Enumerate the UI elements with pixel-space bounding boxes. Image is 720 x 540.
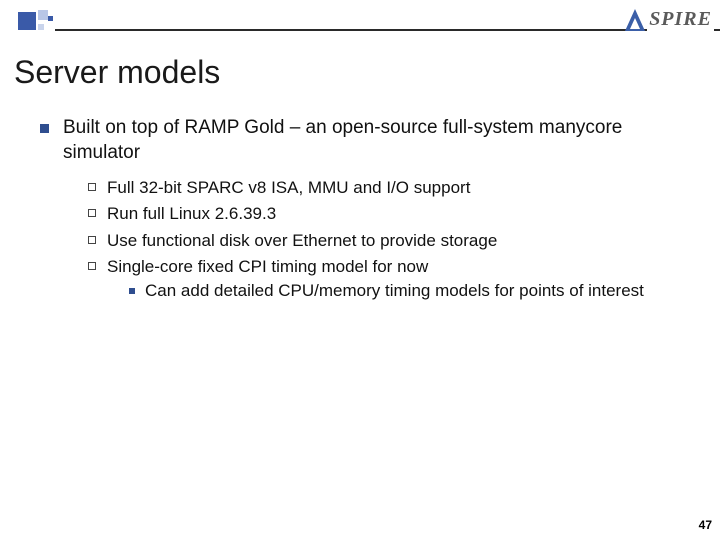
small-square-bullet-icon <box>129 288 135 294</box>
list-item: Use functional disk over Ethernet to pro… <box>88 230 696 252</box>
bullet-text: Use functional disk over Ethernet to pro… <box>107 230 696 252</box>
aspire-logo: SPIRE <box>625 8 714 31</box>
bullet-text: Single-core fixed CPI timing model for n… <box>107 256 696 302</box>
header-rule <box>55 29 720 31</box>
outline-square-bullet-icon <box>88 236 96 244</box>
list-item: Single-core fixed CPI timing model for n… <box>88 256 696 302</box>
outline-square-bullet-icon <box>88 209 96 217</box>
outline-square-bullet-icon <box>88 183 96 191</box>
bullet-text: Built on top of RAMP Gold – an open-sour… <box>63 116 696 165</box>
header-bar: SPIRE <box>0 10 720 44</box>
bullet-text: Can add detailed CPU/memory timing model… <box>145 280 696 302</box>
outline-square-bullet-icon <box>88 262 96 270</box>
filled-square-bullet-icon <box>40 124 49 133</box>
content-area: Built on top of RAMP Gold – an open-sour… <box>40 116 696 306</box>
sub-list: Full 32-bit SPARC v8 ISA, MMU and I/O su… <box>88 177 696 301</box>
logo-text: SPIRE <box>647 8 714 31</box>
bullet-text: Full 32-bit SPARC v8 ISA, MMU and I/O su… <box>107 177 696 199</box>
page-number: 47 <box>699 518 712 532</box>
slide-title: Server models <box>14 54 220 91</box>
list-item: Run full Linux 2.6.39.3 <box>88 203 696 225</box>
bullet-text-line: Single-core fixed CPI timing model for n… <box>107 257 428 276</box>
bullet-text: Run full Linux 2.6.39.3 <box>107 203 696 225</box>
logo-a-icon <box>625 9 645 31</box>
list-item: Built on top of RAMP Gold – an open-sour… <box>40 116 696 165</box>
list-item: Can add detailed CPU/memory timing model… <box>129 280 696 302</box>
list-item: Full 32-bit SPARC v8 ISA, MMU and I/O su… <box>88 177 696 199</box>
